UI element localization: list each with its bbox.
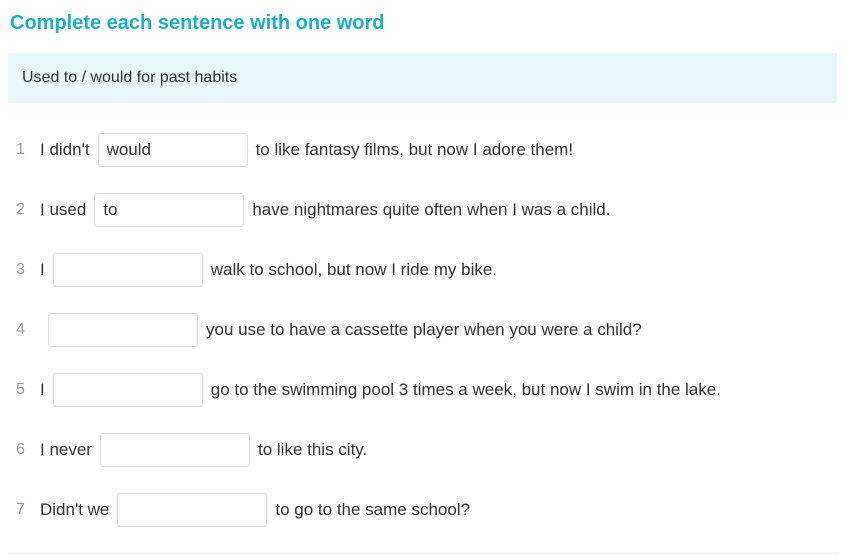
exercise-container: Complete each sentence with one word Use… [0,0,845,554]
item-number: 1 [16,141,40,159]
sentence-after: to go to the same school? [275,500,470,520]
sentence-row: 4 you use to have a cassette player when… [16,313,837,347]
sentence-row: 2 I used have nightmares quite often whe… [16,193,837,227]
answer-input[interactable] [117,493,267,527]
exercise-list: 1 I didn't to like fantasy films, but no… [8,133,837,527]
answer-input[interactable] [48,313,198,347]
answer-input[interactable] [53,373,203,407]
sentence-after: walk to school, but now I ride my bike. [211,260,497,280]
answer-input[interactable] [98,133,248,167]
sentence-row: 7 Didn't we to go to the same school? [16,493,837,527]
sentence-before: I [40,380,45,400]
sentence-after: to like this city. [258,440,367,460]
answer-input[interactable] [94,193,244,227]
sentence-row: 3 I walk to school, but now I ride my bi… [16,253,837,287]
sentence-after: to like fantasy films, but now I adore t… [256,140,573,160]
answer-input[interactable] [100,433,250,467]
item-number: 2 [16,201,40,219]
exercise-title: Complete each sentence with one word [8,12,837,35]
sentence-row: 6 I never to like this city. [16,433,837,467]
item-number: 4 [16,321,40,339]
sentence-before: Didn't we [40,500,109,520]
item-number: 7 [16,501,40,519]
item-number: 3 [16,261,40,279]
sentence-after: go to the swimming pool 3 times a week, … [211,380,721,400]
item-number: 5 [16,381,40,399]
sentence-row: 5 I go to the swimming pool 3 times a we… [16,373,837,407]
sentence-before: I used [40,200,86,220]
answer-input[interactable] [53,253,203,287]
sentence-before: I [40,260,45,280]
sentence-before: I never [40,440,92,460]
sentence-row: 1 I didn't to like fantasy films, but no… [16,133,837,167]
sentence-before: I didn't [40,140,90,160]
grammar-banner: Used to / would for past habits [8,53,837,103]
sentence-after: have nightmares quite often when I was a… [252,200,610,220]
item-number: 6 [16,441,40,459]
sentence-after: you use to have a cassette player when y… [206,320,642,340]
